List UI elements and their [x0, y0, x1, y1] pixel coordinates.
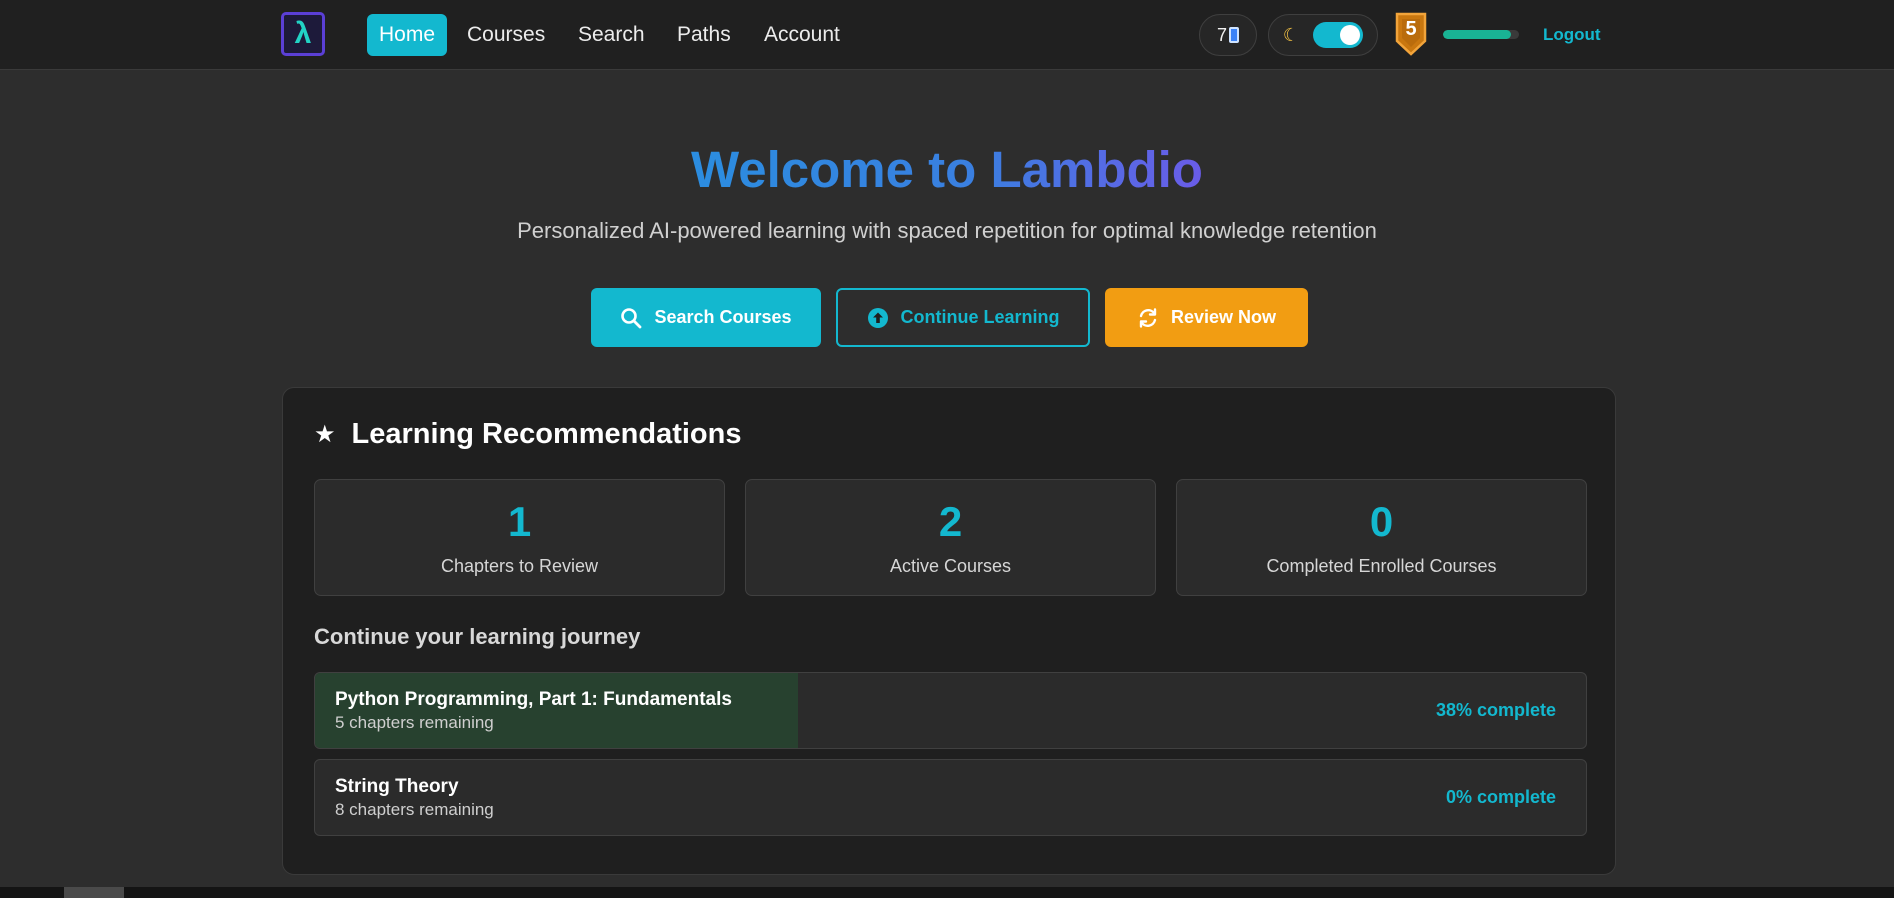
xp-progress-bar — [1443, 30, 1519, 39]
phone-icon — [1229, 27, 1239, 43]
star-icon: ★ — [314, 421, 336, 448]
nav-search[interactable]: Search — [566, 14, 657, 56]
level-number: 5 — [1405, 18, 1417, 40]
nav-home[interactable]: Home — [367, 14, 448, 56]
theme-switch[interactable]: ☾ — [1268, 14, 1378, 56]
nav-account[interactable]: Account — [752, 14, 852, 56]
stat-label: Chapters to Review — [440, 556, 599, 576]
logo-glyph: λ — [294, 17, 312, 50]
search-courses-button[interactable]: Search Courses — [591, 288, 821, 347]
nav-courses[interactable]: Courses — [455, 14, 557, 56]
stat-chapters-to-review: 1 Chapters to Review — [314, 479, 725, 596]
moon-icon: ☾ — [1282, 24, 1300, 45]
course-remaining: 8 chapters remaining — [335, 800, 494, 819]
nav-paths[interactable]: Paths — [665, 14, 743, 56]
stat-active-courses: 2 Active Courses — [745, 479, 1156, 596]
course-name: String Theory — [335, 776, 459, 797]
course-name: Python Programming, Part 1: Fundamentals — [335, 689, 732, 710]
refresh-icon — [1139, 307, 1157, 328]
level-badge[interactable]: 5 — [1394, 11, 1428, 57]
review-now-button[interactable]: Review Now — [1105, 288, 1308, 347]
recommendations-title: Learning Recommendations — [351, 418, 742, 450]
streak-count: 7 — [1216, 24, 1227, 45]
bottom-taskbar-strip — [0, 887, 1894, 898]
stat-value: 2 — [938, 498, 963, 545]
course-percent: 38% complete — [1435, 700, 1556, 720]
page-title-text: Welcome to Lambdio — [691, 141, 1203, 198]
course-item-string-theory[interactable]: String Theory 8 chapters remaining 0% co… — [314, 759, 1587, 836]
search-icon — [621, 307, 642, 328]
toggle-knob — [1340, 25, 1361, 45]
dark-mode-toggle[interactable] — [1313, 22, 1364, 48]
stat-label: Active Courses — [889, 556, 1012, 576]
streak-counter[interactable]: 7 — [1199, 14, 1257, 56]
page-title: Welcome to Lambdio — [0, 140, 1894, 199]
arrow-up-circle-icon — [867, 307, 888, 328]
xp-progress-fill — [1443, 30, 1512, 39]
continue-learning-label: Continue Learning — [900, 307, 1060, 327]
course-remaining: 5 chapters remaining — [335, 713, 494, 732]
recommendations-heading: ★ Learning Recommendations — [314, 418, 741, 451]
continue-learning-button[interactable]: Continue Learning — [836, 288, 1090, 347]
top-navbar: λ Home Courses Search Paths Account 7 ☾ … — [0, 0, 1894, 70]
course-item-python[interactable]: Python Programming, Part 1: Fundamentals… — [314, 672, 1587, 749]
course-percent: 0% complete — [1445, 787, 1556, 807]
review-now-label: Review Now — [1170, 307, 1277, 327]
bottom-taskbar-tab[interactable] — [64, 887, 124, 898]
stat-value: 0 — [1369, 498, 1394, 545]
stat-value: 1 — [507, 498, 532, 545]
page-subtitle: Personalized AI-powered learning with sp… — [517, 218, 1377, 243]
stat-completed-courses: 0 Completed Enrolled Courses — [1176, 479, 1587, 596]
recommendations-card: ★ Learning Recommendations 1 Chapters to… — [282, 387, 1616, 875]
journey-heading: Continue your learning journey — [314, 624, 641, 649]
lambda-logo-icon[interactable]: λ — [281, 12, 325, 56]
search-courses-label: Search Courses — [654, 307, 792, 327]
logout-link[interactable]: Logout — [1543, 25, 1601, 45]
stat-label: Completed Enrolled Courses — [1266, 556, 1497, 576]
